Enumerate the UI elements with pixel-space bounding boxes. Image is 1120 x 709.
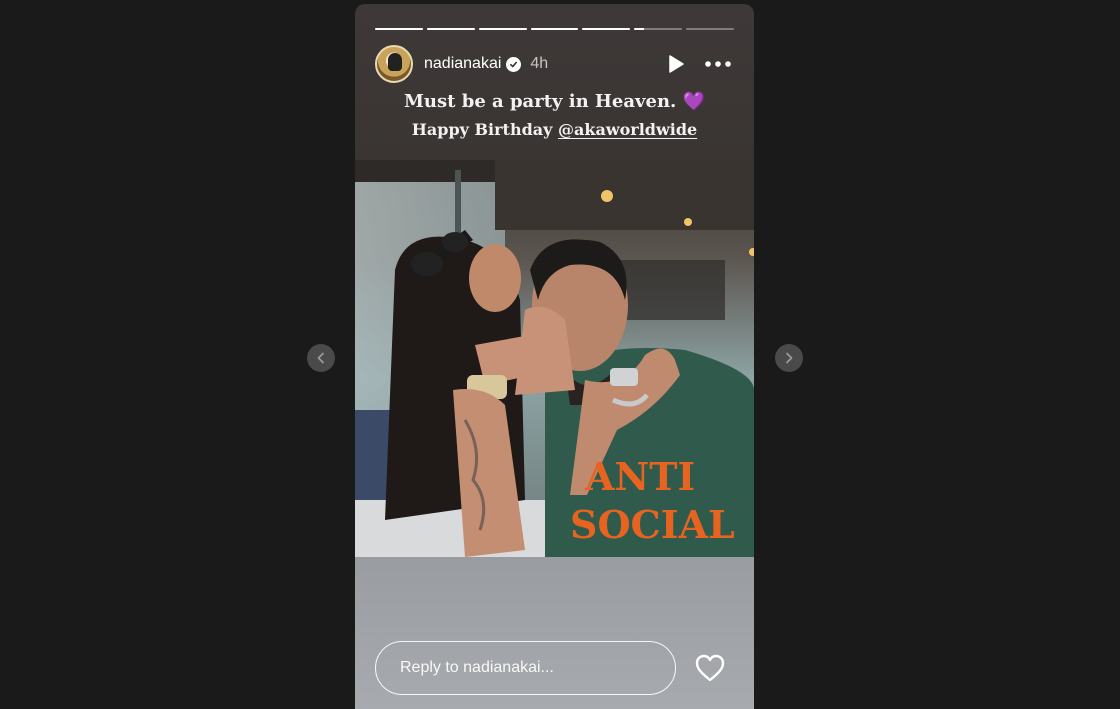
progress-segment-fill [582, 28, 631, 30]
more-options-icon [705, 61, 731, 67]
progress-segment [530, 28, 579, 30]
play-icon [669, 55, 684, 73]
progress-segment-fill [375, 28, 423, 30]
story-timestamp: 4h [530, 55, 549, 72]
progress-segment [375, 28, 423, 30]
progress-segment [426, 28, 475, 30]
story-viewer: nadianakai 4h Must be a party in Heaven.… [355, 4, 754, 709]
progress-segment [582, 28, 631, 30]
chevron-right-icon [786, 352, 793, 364]
progress-segment [686, 28, 735, 30]
story-progress-bar [375, 28, 735, 30]
chevron-left-icon [317, 352, 324, 364]
progress-segment-fill [426, 28, 475, 30]
caption-text: Happy Birthday [411, 120, 558, 139]
avatar[interactable] [375, 45, 413, 83]
story-photo: ANTI SOCIAL [355, 160, 754, 557]
progress-segment [478, 28, 527, 30]
more-options-button[interactable] [702, 48, 734, 80]
previous-story-button[interactable] [307, 344, 335, 372]
caption-line-2: Happy Birthday @akaworldwide [355, 118, 754, 142]
like-button[interactable] [694, 653, 726, 683]
progress-segment-fill [530, 28, 579, 30]
verified-badge-icon [506, 56, 522, 72]
story-caption: Must be a party in Heaven. 💜 Happy Birth… [355, 90, 754, 142]
caption-line-1: Must be a party in Heaven. 💜 [404, 91, 705, 112]
story-header: nadianakai 4h [375, 44, 734, 84]
shirt-text-social: SOCIAL [570, 502, 735, 547]
mention-link[interactable]: @akaworldwide [558, 120, 697, 139]
username-link[interactable]: nadianakai [424, 55, 501, 73]
reply-placeholder: Reply to nadianakai... [400, 659, 554, 676]
progress-segment-fill [478, 28, 527, 30]
next-story-button[interactable] [775, 344, 803, 372]
progress-segment [634, 28, 683, 30]
shirt-text-anti: ANTI [584, 454, 695, 499]
play-button[interactable] [660, 48, 692, 80]
reply-input[interactable]: Reply to nadianakai... [375, 641, 676, 695]
progress-segment-fill [634, 28, 644, 30]
heart-icon [695, 654, 725, 682]
